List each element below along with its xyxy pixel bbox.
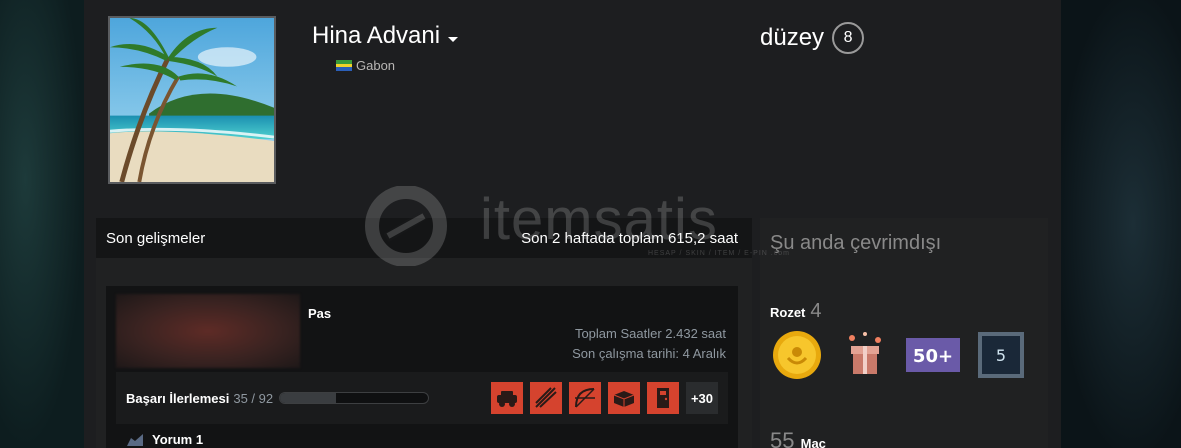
locker-icon[interactable] <box>647 382 679 414</box>
comment-label: Yorum 1 <box>152 432 204 447</box>
page-background-left <box>0 0 84 448</box>
thumbs-icon <box>127 433 143 446</box>
chevron-down-icon[interactable] <box>448 36 459 42</box>
online-status: Şu anda çevrimdışı <box>770 232 942 254</box>
game-total-hours: Toplam Saatler 2.432 saat <box>574 326 726 341</box>
years-badge-icon[interactable]: 5 <box>974 328 1028 382</box>
achievement-progress-bar: Başarı İlerlemesi 35 / 92 +30 <box>116 372 728 424</box>
gold-coin-badge-icon[interactable] <box>770 328 824 382</box>
profile-level[interactable]: düzey 8 <box>760 22 865 54</box>
gift-box-badge-icon[interactable] <box>838 328 892 382</box>
profile-sidebar: Şu anda çevrimdışı Rozet 4 50+ 5 55 Maç <box>760 218 1048 448</box>
fifty-plus-badge-icon[interactable]: 50+ <box>906 328 960 382</box>
comment-row[interactable]: Yorum 1 <box>126 432 203 447</box>
bow-icon[interactable] <box>569 382 601 414</box>
recent-activity-panel: Son gelişmeler Son 2 haftada toplam 615,… <box>96 218 752 448</box>
level-badge: 8 <box>832 22 865 54</box>
profile-location: Gabon <box>336 58 395 73</box>
games-count: 55 <box>770 428 795 448</box>
years-text: 5 <box>996 346 1006 365</box>
persona-name-dropdown[interactable]: Hina Advani <box>312 22 459 50</box>
car-icon[interactable] <box>491 382 523 414</box>
achievement-label: Başarı İlerlemesi <box>126 390 230 406</box>
badges-count: 4 <box>810 300 822 322</box>
persona-name: Hina Advani <box>312 22 441 49</box>
badges-label: Rozet <box>770 305 806 320</box>
level-label: düzey <box>760 24 825 51</box>
recent-activity-title: Son gelişmeler <box>106 229 206 247</box>
game-name-link[interactable]: Pas <box>308 306 331 321</box>
achievement-count: 35 / 92 <box>233 390 274 406</box>
crate-icon[interactable] <box>608 382 640 414</box>
recent-hours-summary: Son 2 haftada toplam 615,2 saat <box>521 229 738 247</box>
arrows-icon[interactable] <box>530 382 562 414</box>
gabon-flag-icon <box>336 60 352 72</box>
game-last-played: Son çalışma tarihi: 4 Aralık <box>572 346 726 361</box>
recent-game-card: Pas Toplam Saatler 2.432 saat Son çalışm… <box>106 286 738 448</box>
location-text: Gabon <box>356 58 396 73</box>
achievement-progress-track <box>279 392 430 404</box>
more-achievements-button[interactable]: +30 <box>686 382 718 414</box>
profile-avatar[interactable] <box>108 16 276 184</box>
badges-row: 50+ 5 <box>770 328 1028 382</box>
game-capsule-image[interactable] <box>116 294 300 368</box>
games-label: Maç <box>800 436 826 448</box>
achievement-progress-fill <box>280 393 337 403</box>
fifty-plus-text: 50+ <box>913 346 953 367</box>
games-link[interactable]: 55 Maç <box>770 428 826 448</box>
achievement-icons: +30 <box>491 382 718 414</box>
page-background-right <box>1061 0 1181 448</box>
beach-avatar-image <box>110 18 274 182</box>
badges-link[interactable]: Rozet 4 <box>770 300 822 323</box>
recent-activity-header: Son gelişmeler Son 2 haftada toplam 615,… <box>96 218 752 258</box>
